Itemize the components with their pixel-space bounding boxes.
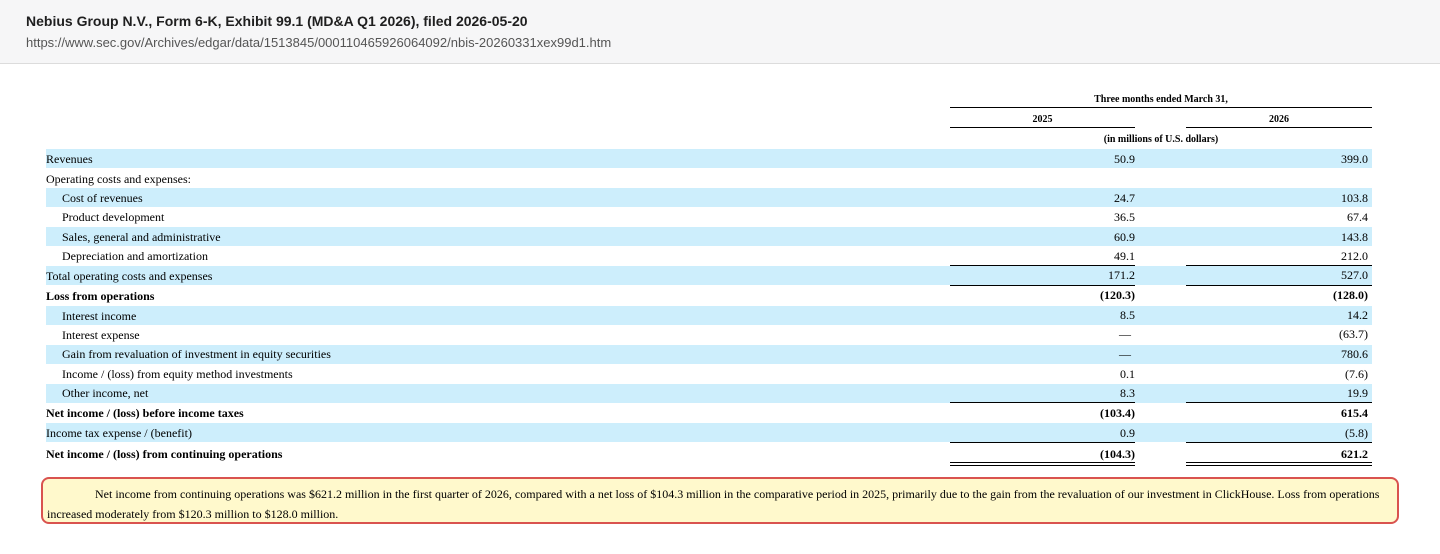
subtotal-rule-2026	[1186, 265, 1372, 266]
subtotal-rule-2026	[1186, 402, 1372, 403]
row-shade	[46, 384, 1372, 403]
column-header-2026: 2026	[1269, 114, 1289, 125]
row-label: Loss from operations	[46, 289, 155, 303]
row-value-2026: (5.8)	[1345, 426, 1368, 440]
row-value-2025: —	[1119, 347, 1131, 361]
row-value-2026: 527.0	[1341, 268, 1368, 282]
subtotal-rule-2026	[1186, 285, 1372, 286]
row-value-2026: 780.6	[1341, 347, 1368, 361]
row-value-2026: (7.6)	[1345, 367, 1368, 381]
row-value-2025: 49.1	[1114, 249, 1135, 263]
subtotal-rule-2025	[950, 442, 1135, 443]
row-label: Income tax expense / (benefit)	[46, 426, 192, 440]
highlighted-commentary: Net income from continuing operations wa…	[41, 477, 1399, 524]
row-value-2025: 60.9	[1114, 230, 1135, 244]
column-header-2025: 2025	[1032, 114, 1053, 125]
row-value-2026: (63.7)	[1339, 327, 1368, 341]
row-value-2025: 36.5	[1114, 210, 1135, 224]
column-rule-2026	[1186, 127, 1372, 128]
row-shade	[46, 423, 1372, 442]
row-shade	[46, 266, 1372, 285]
row-label: Total operating costs and expenses	[46, 269, 213, 283]
row-shade	[46, 149, 1372, 168]
row-label: Income / (loss) from equity method inves…	[62, 367, 293, 381]
row-value-2026: 621.2	[1341, 447, 1368, 461]
period-header: Three months ended March 31,	[1094, 94, 1228, 105]
row-label: Operating costs and expenses:	[46, 172, 191, 186]
row-label: Other income, net	[62, 386, 149, 400]
row-label: Cost of revenues	[62, 191, 143, 205]
total-rule-2025	[950, 462, 1135, 463]
row-value-2025: 24.7	[1114, 191, 1135, 205]
row-value-2026: 143.8	[1341, 230, 1368, 244]
column-rule-2025	[950, 127, 1135, 128]
commentary-text: Net income from continuing operations wa…	[47, 487, 1380, 521]
subtotal-rule-2025	[950, 285, 1135, 286]
row-value-2025: 0.9	[1120, 426, 1135, 440]
income-statement-table: Three months ended March 31, 2025 2026 (…	[0, 0, 1440, 554]
row-value-2026: (128.0)	[1333, 288, 1368, 302]
subtotal-rule-2026	[1186, 442, 1372, 443]
row-label: Interest income	[62, 309, 137, 323]
row-value-2025: (120.3)	[1100, 288, 1135, 302]
row-value-2025: 0.1	[1120, 367, 1135, 381]
row-shade	[46, 227, 1372, 246]
row-value-2025: 50.9	[1114, 152, 1135, 166]
subtotal-rule-2025	[950, 265, 1135, 266]
row-shade	[46, 188, 1372, 207]
subtotal-rule-2025	[950, 402, 1135, 403]
row-label: Gain from revaluation of investment in e…	[62, 347, 331, 361]
total-rule-2026	[1186, 462, 1372, 463]
row-value-2025: (104.3)	[1100, 447, 1135, 461]
row-value-2026: 399.0	[1341, 152, 1368, 166]
row-value-2025: —	[1119, 327, 1131, 341]
row-value-2025: 8.3	[1120, 386, 1135, 400]
total-rule-2026	[1186, 465, 1372, 466]
row-value-2026: 103.8	[1341, 191, 1368, 205]
row-value-2026: 67.4	[1347, 210, 1368, 224]
header-rule	[950, 107, 1372, 108]
row-label: Depreciation and amortization	[62, 249, 208, 263]
row-value-2026: 14.2	[1347, 308, 1368, 322]
row-label: Sales, general and administrative	[62, 230, 221, 244]
row-label: Product development	[62, 210, 165, 224]
row-value-2025: 8.5	[1120, 308, 1135, 322]
row-label: Net income / (loss) before income taxes	[46, 406, 244, 420]
row-label: Revenues	[46, 152, 93, 166]
row-value-2026: 615.4	[1341, 406, 1368, 420]
row-value-2025: (103.4)	[1100, 406, 1135, 420]
row-shade	[46, 306, 1372, 325]
unit-note: (in millions of U.S. dollars)	[1103, 134, 1219, 145]
row-value-2026: 212.0	[1341, 249, 1368, 263]
row-label: Net income / (loss) from continuing oper…	[46, 447, 283, 461]
row-label: Interest expense	[62, 328, 140, 342]
row-value-2025: 171.2	[1108, 268, 1135, 282]
row-value-2026: 19.9	[1347, 386, 1368, 400]
total-rule-2025	[950, 465, 1135, 466]
